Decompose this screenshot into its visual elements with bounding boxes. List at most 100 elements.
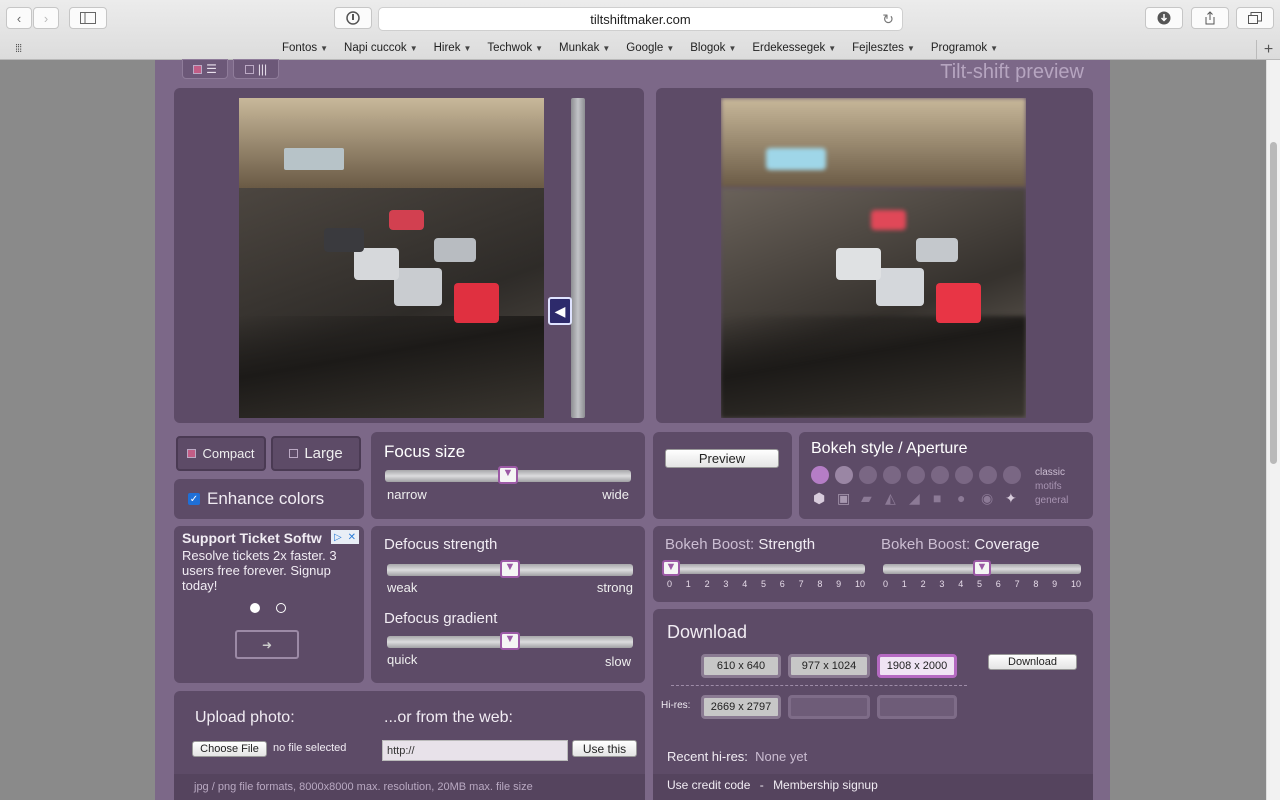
- focus-position-slider[interactable]: [571, 98, 585, 418]
- chevron-down-icon: ▼: [828, 44, 837, 53]
- bookmark-folder[interactable]: Techwok ▼: [479, 40, 551, 59]
- bokeh-strength-ticks: 0 1 2 3 4 5 6 7 8 9 10: [667, 579, 865, 589]
- hires-size-option[interactable]: 2669 x 2797: [701, 695, 781, 719]
- source-photo[interactable]: [239, 98, 544, 418]
- preview-button[interactable]: Preview: [665, 449, 779, 468]
- hires-size-option-empty[interactable]: [877, 695, 957, 719]
- choose-file-button[interactable]: Choose File: [192, 741, 267, 757]
- bokeh-classic-option[interactable]: [835, 466, 853, 484]
- enhance-colors-checkbox[interactable]: ✓: [188, 493, 200, 505]
- reload-icon[interactable]: ↻: [882, 11, 894, 28]
- photo-sky: [721, 98, 1026, 188]
- bokeh-category-general[interactable]: general: [1035, 494, 1068, 508]
- chevron-down-icon: ▼: [906, 44, 915, 53]
- membership-signup-link[interactable]: Membership signup: [773, 778, 878, 792]
- bokeh-coverage-title: Bokeh Boost: Coverage: [881, 536, 1040, 553]
- defocus-gradient-slider[interactable]: ▼: [387, 632, 633, 650]
- defocus-strength-handle[interactable]: ▼: [500, 560, 520, 578]
- bokeh-coverage-slider[interactable]: ▼: [883, 560, 1081, 576]
- triangle-icon[interactable]: ◢: [909, 490, 920, 507]
- square-icon[interactable]: ▣: [837, 490, 850, 507]
- bookmark-folder[interactable]: Google ▼: [618, 40, 682, 59]
- arrow-right-icon: ➜: [261, 637, 273, 652]
- focus-size-handle[interactable]: ▼: [498, 466, 518, 484]
- downloads-button[interactable]: [1145, 7, 1183, 29]
- square-icon[interactable]: ■: [933, 490, 941, 506]
- bookmark-folder[interactable]: Blogok ▼: [682, 40, 744, 59]
- triangle-icon[interactable]: ◭: [885, 490, 896, 507]
- ad-page-dot[interactable]: [250, 603, 260, 613]
- new-tab-button[interactable]: +: [1256, 40, 1280, 59]
- compact-layout-button[interactable]: Compact: [176, 436, 266, 471]
- reader-button[interactable]: [334, 7, 372, 29]
- preview-photo: [721, 98, 1026, 418]
- defocus-gradient-handle[interactable]: ▼: [500, 632, 520, 650]
- address-bar[interactable]: tiltshiftmaker.com ↻: [378, 7, 903, 31]
- bokeh-category-motifs[interactable]: motifs: [1035, 480, 1068, 494]
- bokeh-category-classic[interactable]: classic: [1035, 466, 1068, 480]
- upload-footer: jpg / png file formats, 8000x8000 max. r…: [174, 774, 645, 800]
- bookmark-folder[interactable]: Programok ▼: [923, 40, 1006, 59]
- bokeh-classic-option[interactable]: [811, 466, 829, 484]
- tabs-button[interactable]: [1236, 7, 1274, 29]
- page-scrollbar[interactable]: [1266, 60, 1280, 800]
- credit-code-link[interactable]: Use credit code: [667, 778, 750, 792]
- size-option-small[interactable]: 610 x 640: [701, 654, 781, 678]
- download-button[interactable]: Download: [988, 654, 1077, 670]
- forward-button[interactable]: ›: [33, 7, 59, 29]
- star-icon[interactable]: ✦: [1005, 490, 1017, 507]
- bokeh-classic-option[interactable]: [931, 466, 949, 484]
- view-list-button[interactable]: ☰: [182, 59, 228, 79]
- upload-title: Upload photo:: [195, 709, 295, 726]
- bokeh-classic-option[interactable]: [1003, 466, 1021, 484]
- defocus-strength-slider[interactable]: ▼: [387, 560, 633, 578]
- share-button[interactable]: [1191, 7, 1229, 29]
- bokeh-classic-option[interactable]: [955, 466, 973, 484]
- scrollbar-thumb[interactable]: [1270, 142, 1277, 464]
- hexagon-icon[interactable]: ⬢: [813, 490, 825, 507]
- size-option-medium[interactable]: 977 x 1024: [788, 654, 870, 678]
- ad-choices-badge[interactable]: ▷ ✕: [331, 530, 359, 544]
- parallelogram-icon[interactable]: ▰: [861, 490, 872, 507]
- view-columns-button[interactable]: |||: [233, 59, 279, 79]
- plus-icon: +: [1263, 40, 1274, 58]
- bokeh-classic-option[interactable]: [979, 466, 997, 484]
- focus-position-handle[interactable]: ◀: [548, 297, 572, 325]
- columns-icon: |||: [257, 62, 268, 76]
- bokeh-style-panel: Bokeh style / Aperture ⬢ ▣ ▰ ◭ ◢ ■ ● ◉ ✦…: [799, 432, 1093, 519]
- ad-body[interactable]: Resolve tickets 2x faster. 3 users free …: [182, 548, 354, 593]
- bokeh-coverage-handle[interactable]: ▼: [973, 560, 991, 576]
- use-this-button[interactable]: Use this: [572, 740, 637, 757]
- bookmark-folder[interactable]: Napi cuccok ▼: [336, 40, 426, 59]
- blur-dot-icon[interactable]: ◉: [981, 490, 993, 507]
- bookmark-folder[interactable]: Fejlesztes ▼: [844, 40, 923, 59]
- browser-toolbar: ‹ › tiltshiftmaker.com ↻ ⁞⁞⁞ Fontos ▼ Nap…: [0, 0, 1280, 60]
- large-layout-button[interactable]: Large: [271, 436, 361, 471]
- bokeh-strength-handle[interactable]: ▼: [662, 560, 680, 576]
- hires-size-option-empty[interactable]: [788, 695, 870, 719]
- chevron-down-icon: ▼: [666, 44, 675, 53]
- bookmark-folder[interactable]: Munkak ▼: [551, 40, 618, 59]
- size-option-large[interactable]: 1908 x 2000: [877, 654, 957, 678]
- ad-next-button[interactable]: ➜: [235, 630, 299, 659]
- chevron-left-icon: ‹: [16, 10, 22, 26]
- back-button[interactable]: ‹: [6, 7, 32, 29]
- recent-hires: Recent hi-res: None yet: [667, 749, 808, 764]
- bokeh-classic-option[interactable]: [859, 466, 877, 484]
- bookmark-folder[interactable]: Erdekessegek ▼: [744, 40, 844, 59]
- bokeh-classic-option[interactable]: [883, 466, 901, 484]
- ad-title[interactable]: Support Ticket Softw: [182, 530, 332, 546]
- no-file-label: no file selected: [273, 742, 347, 754]
- sidebar-button[interactable]: [69, 7, 107, 29]
- bokeh-strength-slider[interactable]: ▼: [662, 560, 865, 576]
- download-footer: Use credit code - Membership signup: [653, 774, 1093, 800]
- image-url-input[interactable]: [382, 740, 568, 761]
- bookmark-folder[interactable]: Hirek ▼: [426, 40, 480, 59]
- ad-page-dot[interactable]: [276, 603, 286, 613]
- focus-size-slider[interactable]: ▼: [385, 466, 631, 484]
- photo-car: [389, 210, 424, 230]
- bokeh-classic-option[interactable]: [907, 466, 925, 484]
- defocus-strength-min-label: weak: [387, 580, 418, 595]
- blur-dot-icon[interactable]: ●: [957, 490, 965, 506]
- bookmark-folder[interactable]: Fontos ▼: [274, 40, 336, 59]
